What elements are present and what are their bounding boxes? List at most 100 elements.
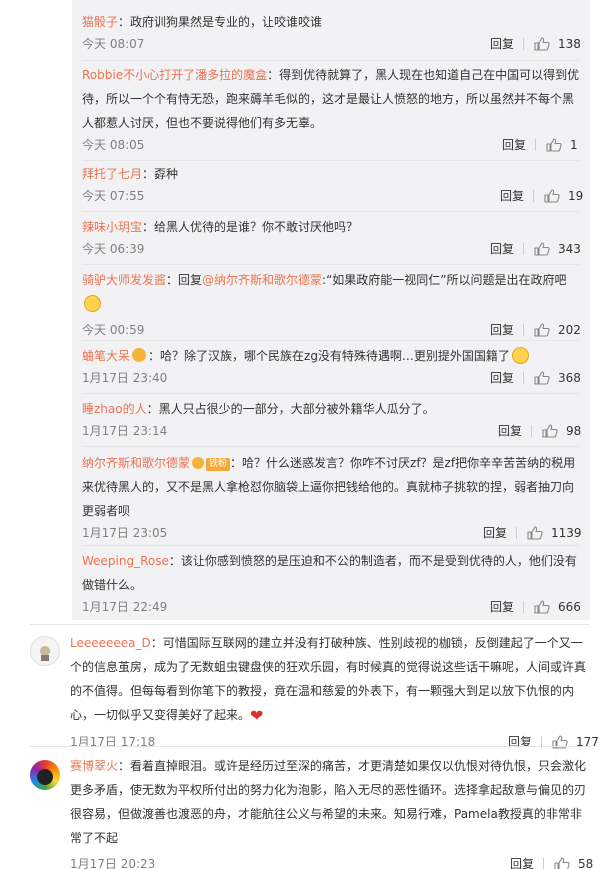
divider — [82, 264, 580, 265]
reply-username[interactable]: 猫骰子 — [82, 15, 118, 29]
reply-button[interactable]: 回复 — [490, 320, 514, 340]
reply-meta: 1月17日 23:14 回复 98 — [82, 421, 581, 441]
comment-username[interactable]: Leeeeeeea_D — [70, 636, 151, 650]
emoji-icon — [511, 347, 529, 364]
thumbs-up-icon — [546, 138, 562, 152]
like-button[interactable]: 666 — [534, 597, 581, 617]
reply-time: 1月17日 23:14 — [82, 424, 168, 438]
reply-text: ：回复 — [166, 273, 203, 287]
mention-link[interactable]: @纳尔齐斯和歌尔德蒙 — [202, 273, 322, 287]
reply-meta: 今天 07:55 回复 19 — [82, 186, 583, 206]
divider — [82, 60, 580, 61]
heart-icon: ❤ — [250, 706, 264, 725]
reply-button[interactable]: 回复 — [508, 732, 532, 752]
avatar-icon — [40, 646, 50, 661]
comment-meta: 1月17日 20:23 回复 58 — [70, 854, 593, 869]
reply-meta: 今天 08:07 回复 138 — [82, 34, 581, 54]
reply-meta: 今天 06:39 回复 343 — [82, 239, 581, 259]
divider — [82, 211, 580, 212]
reply-username[interactable]: 拜托了七月 — [82, 167, 142, 181]
reply-username[interactable]: 纳尔齐斯和歌尔德蒙 — [82, 456, 190, 470]
reply-meta: 1月17日 23:40 回复 368 — [82, 368, 581, 388]
reply-item: Robbie不小心打开了潘多拉的魔盒：得到优待就算了，黑人现在也知道自己在中国可… — [82, 63, 580, 155]
reply-item: 骑驴大师发发酱：回复@纳尔齐斯和歌尔德蒙:“如果政府能一视同仁”所以问题是出在政… — [82, 268, 581, 340]
reply-button[interactable]: 回复 — [490, 597, 514, 617]
avatar-icon — [37, 769, 53, 785]
like-count: 177 — [576, 735, 599, 749]
emoji-icon — [84, 295, 101, 312]
reply-time: 今天 06:39 — [82, 242, 145, 256]
like-button[interactable]: 1139 — [527, 523, 582, 543]
like-button[interactable]: 138 — [534, 34, 581, 54]
separator — [523, 243, 524, 255]
separator — [523, 38, 524, 50]
reply-item: Weeping_Rose：该让你感到愤怒的是压迫和不公的制造者，而不是受到优待的… — [82, 549, 581, 617]
separator — [516, 527, 517, 539]
reply-text: ：孬种 — [142, 167, 179, 181]
avatar[interactable] — [30, 636, 60, 666]
comment-username[interactable]: 赛博翠火 — [70, 759, 118, 773]
thumbs-up-icon — [534, 371, 550, 385]
reply-username[interactable]: 睡zhao的人 — [82, 402, 147, 416]
divider — [30, 746, 590, 747]
like-button[interactable]: 98 — [542, 421, 581, 441]
like-count: 138 — [558, 37, 581, 51]
reply-username[interactable]: 骑驴大师发发酱 — [82, 273, 166, 287]
reply-button[interactable]: 回复 — [502, 135, 526, 155]
like-button[interactable]: 1 — [546, 135, 578, 155]
reply-item: 纳尔齐斯和歌尔德蒙 铁粉 ：哈？什么迷惑发言？你咋不讨厌zf？是zf把你辛辛苦苦纳的… — [82, 451, 582, 543]
reply-time: 1月17日 23:05 — [82, 526, 168, 540]
reply-button[interactable]: 回复 — [500, 186, 524, 206]
comment-meta: 1月17日 17:18 回复 177 — [70, 732, 599, 752]
thumbs-up-icon — [544, 189, 560, 203]
divider — [82, 340, 580, 341]
reply-time: 今天 07:55 — [82, 189, 145, 203]
like-button[interactable]: 202 — [534, 320, 581, 340]
reply-time: 今天 08:07 — [82, 37, 145, 51]
fan-tag: 铁粉 — [206, 458, 231, 471]
member-badge-icon — [192, 457, 205, 469]
like-count: 98 — [566, 424, 582, 438]
reply-username[interactable]: Robbie不小心打开了潘多拉的魔盒 — [82, 68, 267, 82]
thumbs-up-icon — [554, 857, 570, 869]
like-count: 19 — [568, 189, 584, 203]
like-button[interactable]: 58 — [554, 854, 593, 869]
like-button[interactable]: 368 — [534, 368, 581, 388]
like-button[interactable]: 19 — [544, 186, 583, 206]
reply-text: ：政府训狗果然是专业的，让咬谁咬谁 — [118, 15, 323, 29]
member-badge-icon — [132, 348, 147, 362]
reply-meta: 1月17日 23:05 回复 1139 — [82, 523, 582, 543]
reply-button[interactable]: 回复 — [510, 854, 534, 869]
reply-item: 拜托了七月：孬种 今天 07:55 回复 19 — [82, 162, 583, 206]
reply-username[interactable]: Weeping_Rose — [82, 554, 169, 568]
reply-meta: 今天 08:05 回复 1 — [82, 135, 580, 155]
separator — [523, 601, 524, 613]
reply-button[interactable]: 回复 — [483, 523, 507, 543]
divider — [82, 393, 580, 394]
reply-item: 猫骰子：政府训狗果然是专业的，让咬谁咬谁 今天 08:07 回复 138 — [82, 10, 581, 54]
reply-button[interactable]: 回复 — [490, 239, 514, 259]
reply-item: 蛐笔大呆 ：哈？除了汉族，哪个民族在zg没有特殊待遇啊…更别提外国国籍了 1月17… — [82, 344, 581, 388]
comment-time: 1月17日 20:23 — [70, 857, 156, 869]
like-count: 1139 — [551, 526, 582, 540]
like-button[interactable]: 343 — [534, 239, 581, 259]
reply-text: ：黑人只占很少的一部分，大部分被外籍华人瓜分了。 — [146, 402, 435, 416]
separator — [535, 139, 536, 151]
divider — [30, 624, 590, 625]
reply-button[interactable]: 回复 — [490, 34, 514, 54]
reply-username[interactable]: 蛐笔大呆 — [82, 349, 130, 363]
like-button[interactable]: 177 — [552, 732, 599, 752]
reply-item: 睡zhao的人：黑人只占很少的一部分，大部分被外籍华人瓜分了。 1月17日 23… — [82, 397, 581, 441]
reply-username[interactable]: 辣味小玥宝 — [82, 220, 142, 234]
reply-button[interactable]: 回复 — [490, 368, 514, 388]
reply-time: 今天 08:05 — [82, 138, 145, 152]
reply-text: :“如果政府能一视同仁”所以问题是出在政府吧 — [322, 273, 567, 287]
like-count: 58 — [578, 857, 594, 869]
comment-item: Leeeeeeea_D：可惜国际互联网的建立并没有打破种族、性别歧视的枷锁，反倒… — [70, 631, 599, 752]
divider — [82, 545, 580, 546]
reply-text: ：哈？除了汉族，哪个民族在zg没有特殊待遇啊…更别提外国国籍了 — [148, 349, 510, 363]
avatar[interactable] — [30, 760, 60, 790]
reply-button[interactable]: 回复 — [498, 421, 522, 441]
reply-time: 1月17日 22:49 — [82, 600, 168, 614]
reply-item: 辣味小玥宝：给黑人优待的是谁？你不敢讨厌他吗？ 今天 06:39 回复 343 — [82, 215, 581, 259]
